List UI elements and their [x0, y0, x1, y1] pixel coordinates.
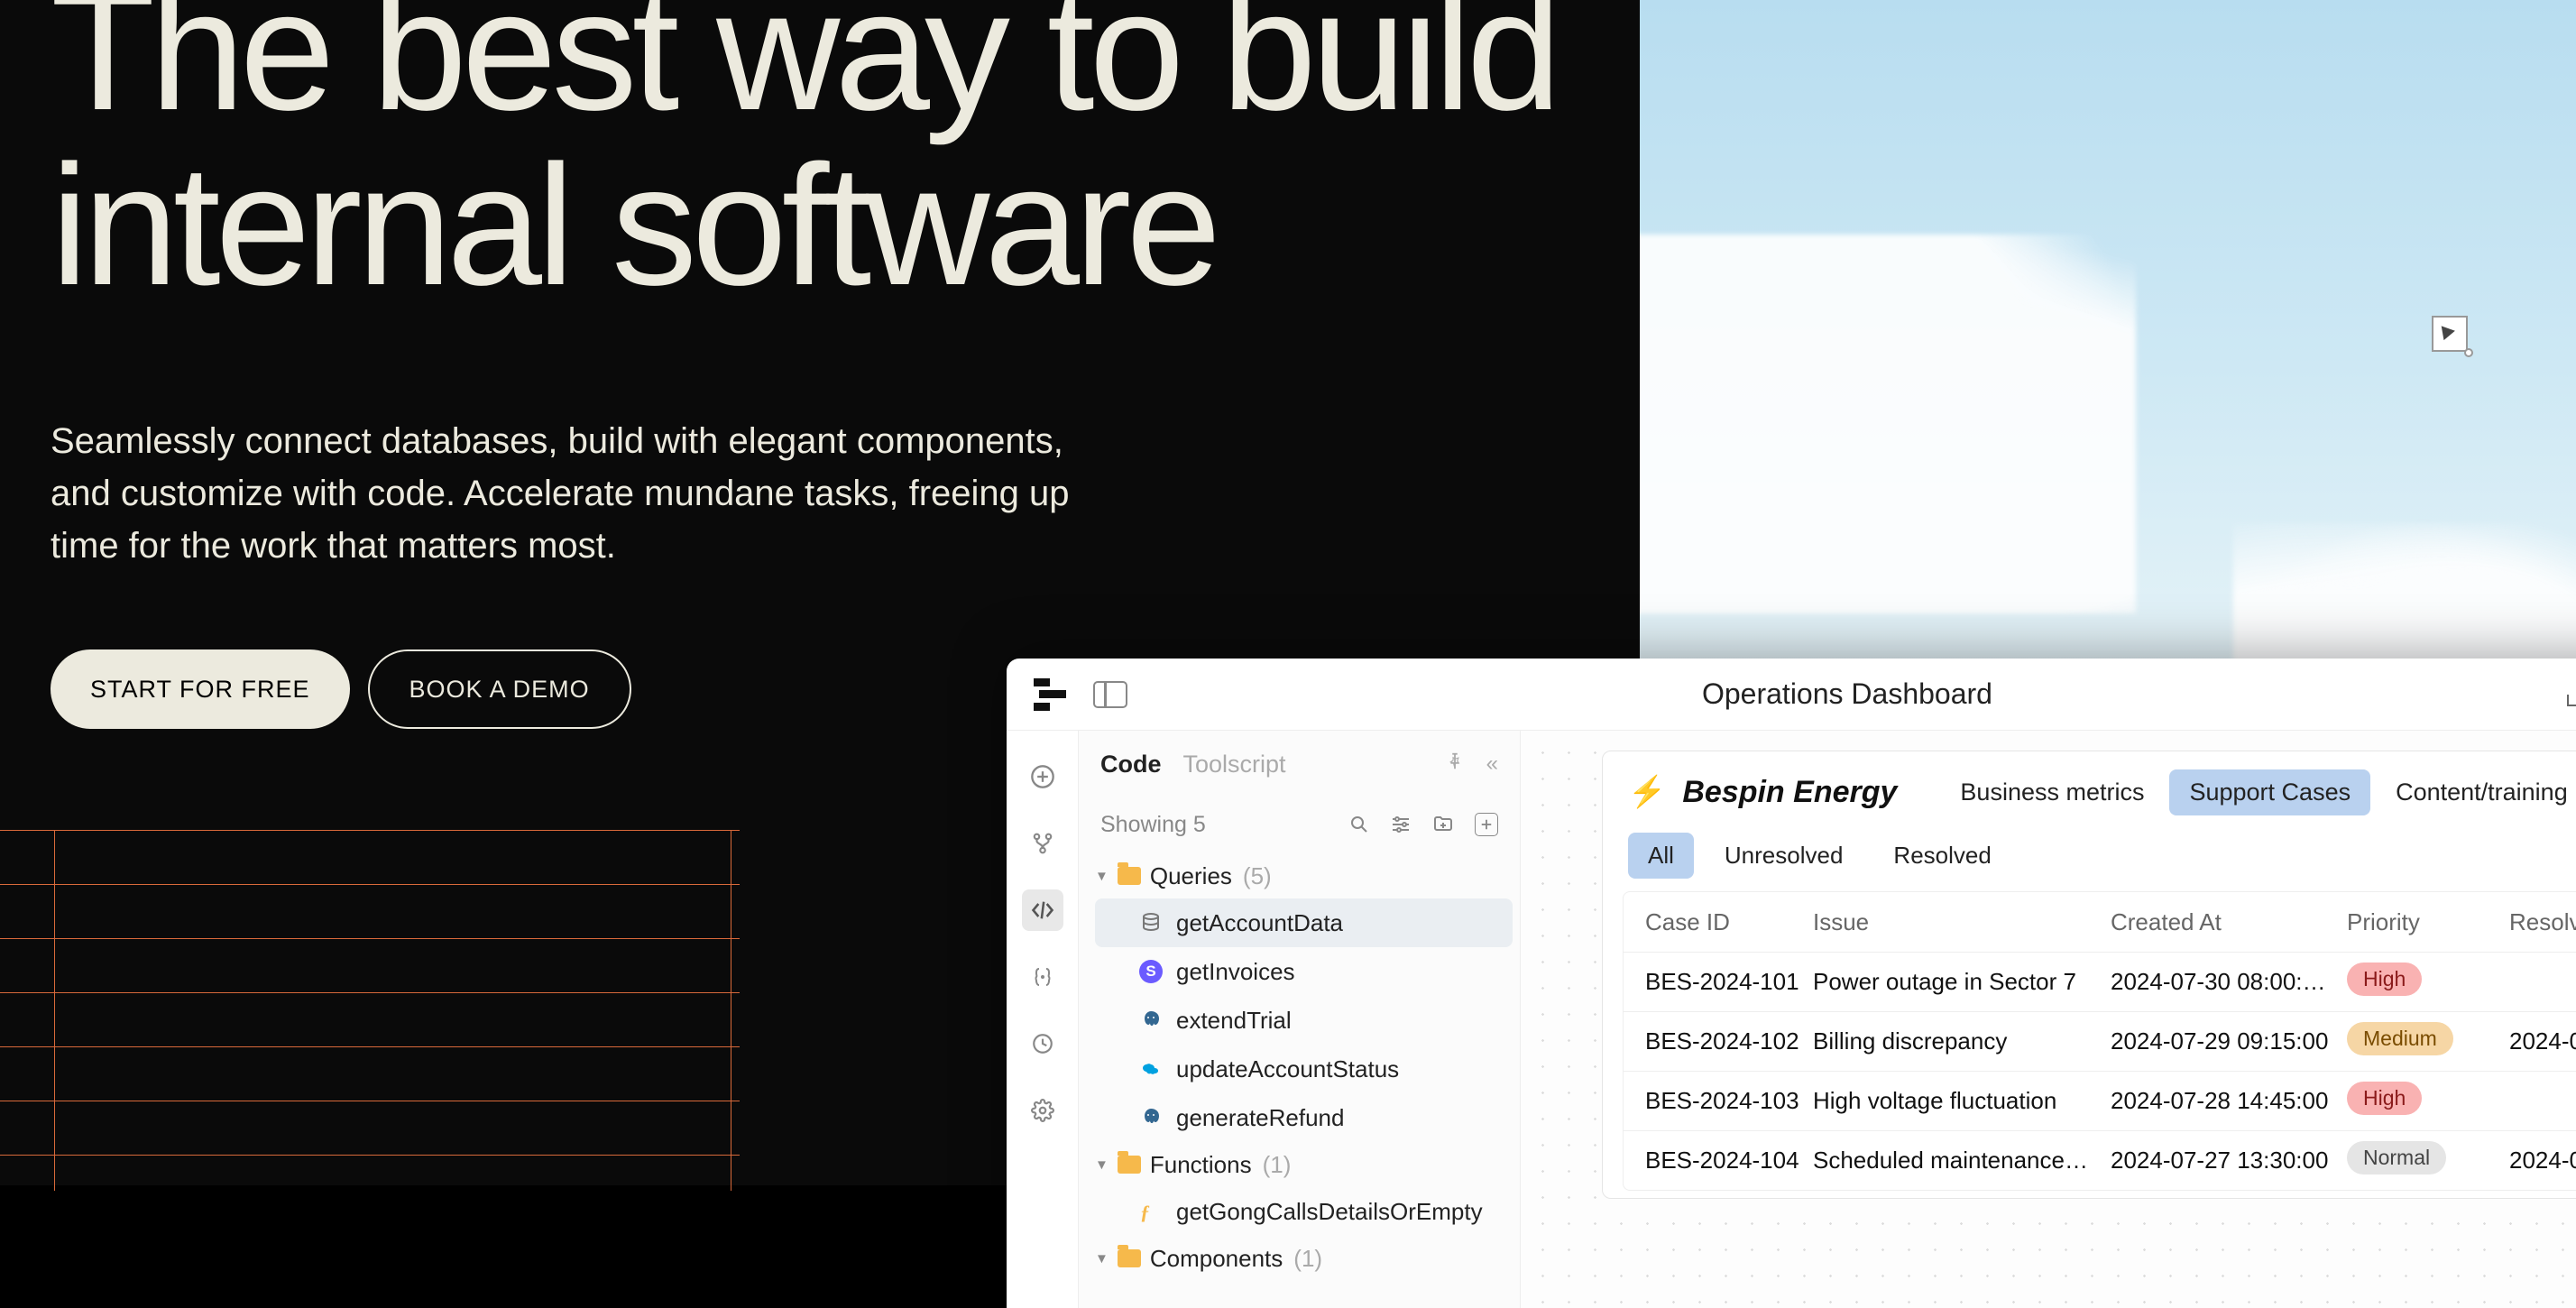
collapse-icon[interactable]: « [1486, 751, 1498, 777]
showing-count: Showing 5 [1100, 812, 1206, 838]
play-overlay-icon[interactable] [2432, 316, 2468, 352]
folder-icon [1118, 1249, 1141, 1267]
table-row[interactable]: BES-2024-104Scheduled maintenance… 2024-… [1624, 1130, 2576, 1190]
tab-code[interactable]: Code [1100, 751, 1162, 778]
tree-item-getInvoices[interactable]: S getInvoices [1095, 947, 1513, 996]
folder-icon [1118, 1156, 1141, 1174]
query-type-icon [1138, 1008, 1164, 1033]
branch-icon[interactable] [1022, 823, 1063, 864]
tab-toolscript[interactable]: Toolscript [1183, 751, 1286, 778]
brand-name: Bespin Energy [1682, 775, 1897, 810]
tree-item-extendTrial[interactable]: extendTrial [1095, 996, 1513, 1045]
tree-folder[interactable]: ▼ Queries(5) [1095, 853, 1513, 898]
layout-panel-icon[interactable] [1093, 681, 1127, 708]
book-a-demo-button[interactable]: BOOK A DEMO [368, 649, 631, 729]
tree-item-getAccountData[interactable]: getAccountData [1095, 898, 1513, 947]
query-type-icon [1138, 910, 1164, 935]
app-titlebar: Operations Dashboard Share [1007, 659, 2576, 731]
canvas[interactable]: ⚡ Bespin Energy Business metricsSupport … [1521, 731, 2576, 1308]
decorative-grid [0, 830, 740, 1191]
new-item-icon[interactable] [1475, 813, 1498, 836]
table-row[interactable]: BES-2024-101Power outage in Sector 7 202… [1624, 952, 2576, 1011]
query-type-icon [1138, 1056, 1164, 1082]
table-header: Case IDIssue Created AtPriority Resolved… [1624, 892, 2576, 952]
state-icon[interactable] [1022, 956, 1063, 998]
query-type-icon: S [1138, 959, 1164, 984]
app-title: Operations Dashboard [1127, 677, 2567, 711]
hero-headline: The best way to build internal software [51, 0, 1556, 314]
table-row[interactable]: BES-2024-102Billing discrepancy 2024-07-… [1624, 1011, 2576, 1071]
hero-subheading: Seamlessly connect databases, build with… [51, 415, 1088, 572]
code-icon[interactable] [1022, 889, 1063, 931]
retool-logo-icon[interactable] [1034, 678, 1066, 711]
bolt-icon: ⚡ [1628, 774, 1666, 810]
filter-chip[interactable]: Resolved [1873, 833, 2010, 879]
code-panel: Code Toolscript « Showing 5 ▼ Queries(5)… [1079, 731, 1521, 1308]
dashboard-card: ⚡ Bespin Energy Business metricsSupport … [1602, 751, 2576, 1199]
filter-icon[interactable] [1390, 814, 1412, 835]
left-rail [1007, 731, 1079, 1308]
tree-item-getGongCallsDetailsOrEmpty[interactable]: ƒ getGongCallsDetailsOrEmpty [1095, 1187, 1513, 1236]
tree-item-updateAccountStatus[interactable]: updateAccountStatus [1095, 1045, 1513, 1093]
priority-badge: Medium [2347, 1022, 2453, 1055]
priority-badge: High [2347, 963, 2422, 996]
settings-icon[interactable] [1022, 1090, 1063, 1131]
dash-tab[interactable]: Business metrics [1940, 769, 2164, 815]
function-icon: ƒ [1138, 1199, 1164, 1224]
history-icon[interactable] [1022, 1023, 1063, 1064]
tree-folder[interactable]: ▼ Components(1) [1095, 1236, 1513, 1281]
tree-folder[interactable]: ▼ Functions(1) [1095, 1142, 1513, 1187]
app-window: Operations Dashboard Share Code Toolscri… [1007, 659, 2576, 1308]
dash-tab[interactable]: Support Cases [2169, 769, 2370, 815]
tree-item-generateRefund[interactable]: generateRefund [1095, 1093, 1513, 1142]
add-icon[interactable] [1022, 756, 1063, 797]
new-folder-icon[interactable] [1431, 814, 1455, 835]
table-row[interactable]: BES-2024-103High voltage fluctuation 202… [1624, 1071, 2576, 1130]
search-icon[interactable] [1348, 814, 1370, 835]
priority-badge: High [2347, 1082, 2422, 1115]
dash-tab[interactable]: Content/training [2376, 769, 2576, 815]
folder-icon [1118, 867, 1141, 885]
expand-icon[interactable] [2567, 683, 2576, 706]
filter-chip[interactable]: All [1628, 833, 1694, 879]
priority-badge: Normal [2347, 1141, 2446, 1174]
query-type-icon [1138, 1105, 1164, 1130]
pin-icon[interactable] [1445, 751, 1465, 778]
filter-chip[interactable]: Unresolved [1705, 833, 1863, 879]
start-for-free-button[interactable]: START FOR FREE [51, 649, 350, 729]
